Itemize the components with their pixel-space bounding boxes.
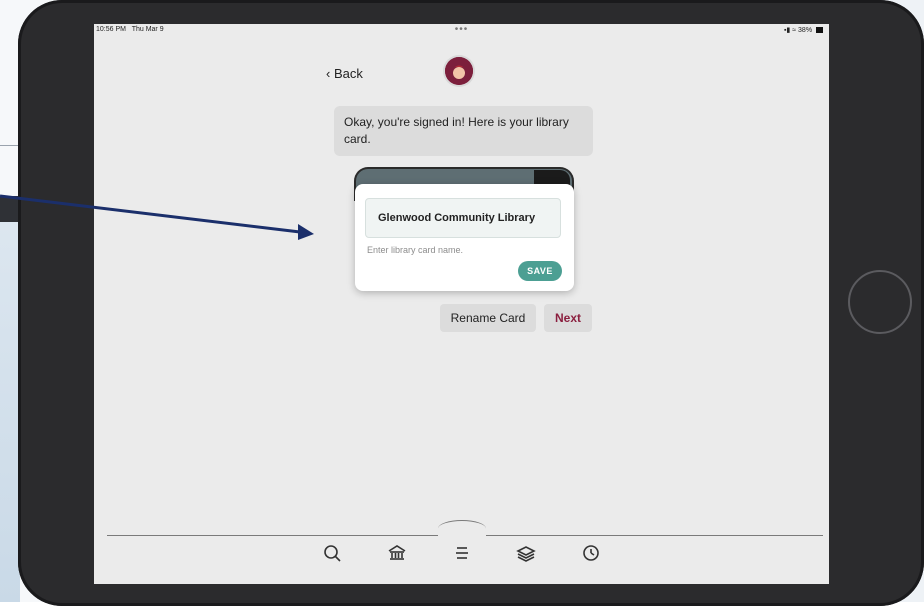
chat-message-bubble: Okay, you're signed in! Here is your lib… (334, 106, 593, 156)
home-button[interactable] (848, 270, 912, 334)
avatar (445, 57, 473, 85)
rename-card-button[interactable]: Rename Card (440, 304, 536, 332)
left-side-panel (0, 200, 20, 602)
clock-icon[interactable] (579, 542, 603, 564)
rename-card-dialog: Enter library card name. SAVE (355, 184, 574, 291)
status-indicators: ▪▮ ≈ 38% (784, 26, 823, 34)
menu-icon[interactable] (450, 542, 474, 564)
wifi-icon: ≈ (792, 27, 797, 34)
multitask-dots[interactable]: ••• (94, 24, 829, 35)
librarian-avatar-icon (445, 57, 473, 85)
search-icon[interactable] (320, 542, 344, 564)
signal-icon: ▪▮ (783, 27, 791, 34)
bottom-nav (320, 542, 603, 564)
library-icon[interactable] (385, 542, 409, 564)
battery-icon (816, 27, 823, 34)
bottom-nav-notch (438, 520, 486, 537)
card-name-input[interactable] (365, 198, 561, 238)
tablet-frame: 10:56 PM Thu Mar 9 ••• ▪▮ ≈ 38% ‹ Back O… (18, 0, 924, 606)
back-button[interactable]: ‹ Back (326, 66, 363, 81)
save-button[interactable]: SAVE (518, 261, 562, 281)
app-screen: 10:56 PM Thu Mar 9 ••• ▪▮ ≈ 38% ‹ Back O… (94, 24, 829, 584)
chat-message-text: Okay, you're signed in! Here is your lib… (344, 115, 569, 146)
chevron-left-icon: ‹ (326, 66, 331, 81)
battery-percent: 38% (798, 27, 813, 34)
next-button[interactable]: Next (544, 304, 592, 332)
card-name-help-text: Enter library card name. (367, 245, 464, 255)
stack-icon[interactable] (514, 542, 538, 564)
back-label: Back (333, 66, 363, 81)
